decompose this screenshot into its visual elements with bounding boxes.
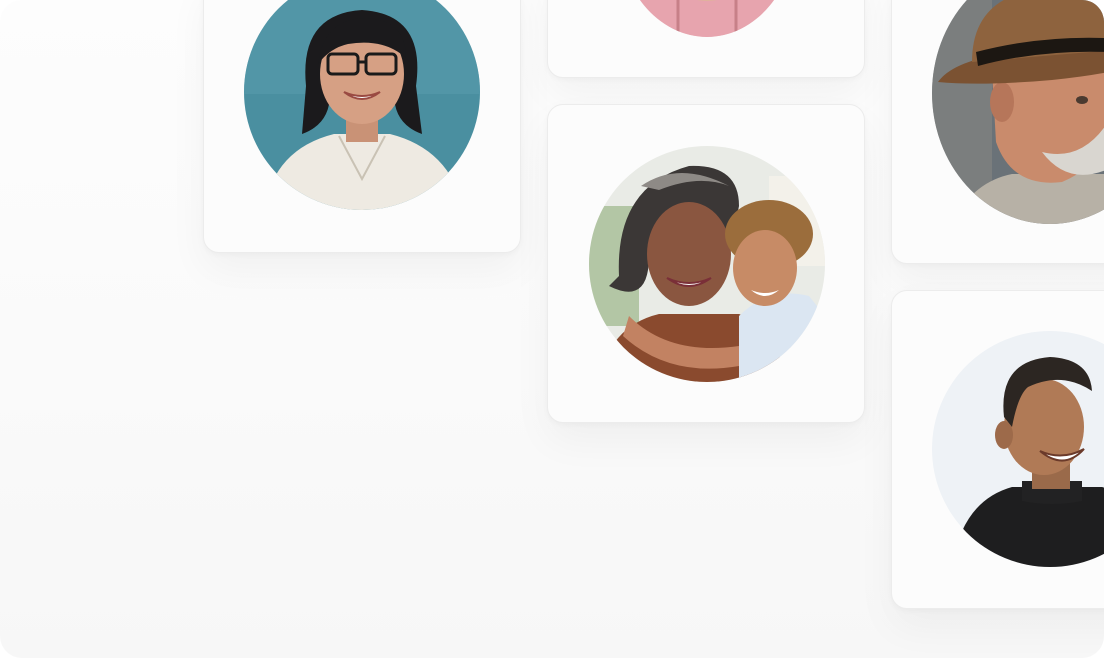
profile-card-woman-glasses[interactable] [203, 0, 521, 253]
avatar [589, 146, 825, 382]
avatar [244, 0, 480, 210]
portrait-man-straw-hat-image [932, 0, 1104, 224]
portrait-woman-glasses-image [244, 0, 480, 210]
avatar [932, 331, 1104, 567]
portrait-pink-top-image [618, 0, 796, 37]
profile-card-top-partial[interactable] [547, 0, 865, 78]
portrait-smiling-man-wetsuit-image [932, 331, 1104, 567]
portrait-grandmother-and-child-image [589, 146, 825, 382]
profile-card-grandmother-child[interactable] [547, 104, 865, 423]
avatar [932, 0, 1104, 224]
profile-card-man-hat[interactable] [891, 0, 1104, 264]
avatar [618, 0, 796, 37]
avatar-gallery [0, 0, 1104, 658]
profile-card-smiling-man[interactable] [891, 290, 1104, 609]
